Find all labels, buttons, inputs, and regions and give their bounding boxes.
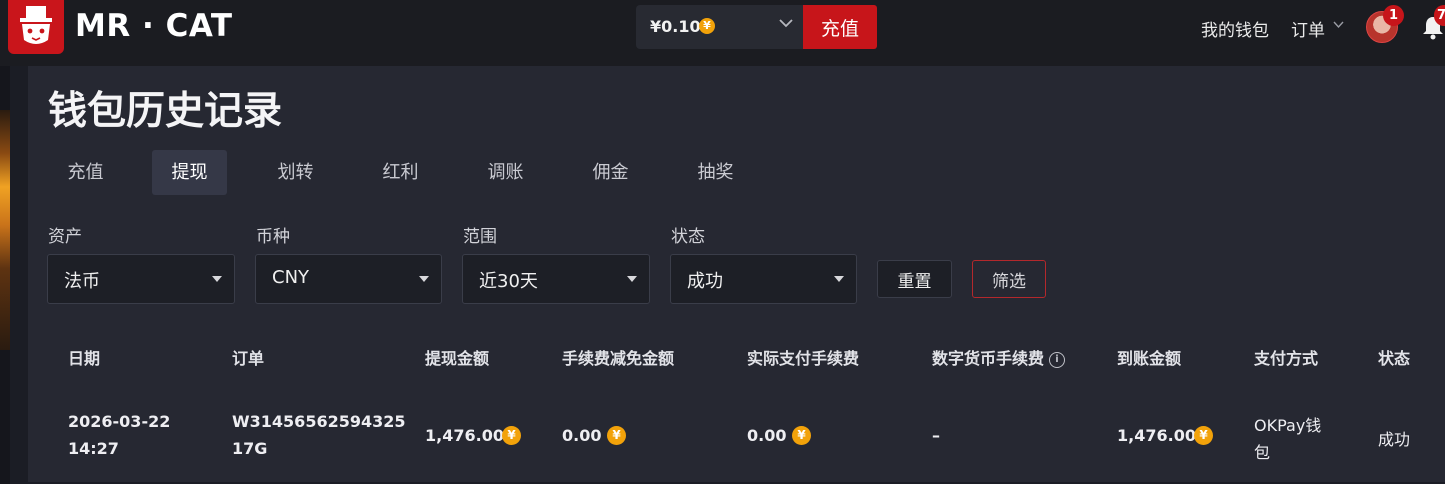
page-title: 钱包历史记录	[48, 89, 283, 134]
tab-withdraw[interactable]: 提现	[152, 150, 227, 195]
caret-down-icon	[627, 276, 637, 282]
brand-name[interactable]: MR · CAT	[75, 8, 233, 44]
top-navigation-bar: MR · CAT ¥0.10 ¥ 充值 我的钱包 订单 1 7	[0, 0, 1445, 66]
row-withdraw-amount: 1,476.00	[425, 426, 504, 445]
chevron-down-icon	[1333, 19, 1344, 33]
currency-select-value: CNY	[272, 267, 310, 288]
caret-down-icon	[834, 276, 844, 282]
chevron-down-icon	[778, 15, 794, 36]
row-date: 2026-03-22	[68, 412, 171, 431]
tab-transfer[interactable]: 划转	[258, 150, 333, 195]
range-select-value: 近30天	[479, 271, 538, 292]
coin-icon: ¥	[607, 426, 626, 445]
row-payment-method-cont: 包	[1254, 443, 1271, 462]
tab-lottery[interactable]: 抽奖	[678, 150, 753, 195]
asset-select[interactable]: 法币	[47, 254, 235, 304]
column-header-withdraw-amount: 提现金额	[425, 349, 490, 368]
coin-icon: ¥	[502, 426, 521, 445]
coin-icon: ¥	[1194, 426, 1213, 445]
coin-icon: ¥	[792, 426, 811, 445]
row-payment-method: OKPay钱	[1254, 416, 1322, 435]
row-crypto-fee: –	[932, 426, 940, 445]
balance-selector[interactable]: ¥0.10 ¥	[636, 5, 803, 49]
status-filter-label: 状态	[671, 227, 705, 247]
avatar-notification-badge: 1	[1383, 5, 1404, 26]
currency-filter-label: 币种	[256, 227, 290, 247]
range-filter-label: 范围	[463, 227, 497, 247]
info-icon[interactable]: i	[1049, 351, 1066, 368]
row-status: 成功	[1378, 430, 1411, 449]
background-art-strip	[0, 66, 10, 484]
caret-down-icon	[212, 276, 222, 282]
column-header-date: 日期	[68, 349, 101, 368]
column-header-crypto-fee: 数字货币手续费 i	[932, 345, 1066, 369]
column-header-received-amount: 到账金额	[1117, 349, 1182, 368]
range-select[interactable]: 近30天	[462, 254, 650, 304]
row-fee-discount: 0.00	[562, 426, 602, 445]
row-order-id[interactable]: W31456562594325	[232, 412, 406, 431]
asset-filter-label: 资产	[48, 227, 82, 247]
tab-bonus[interactable]: 红利	[363, 150, 438, 195]
currency-select[interactable]: CNY	[255, 254, 442, 304]
reset-button[interactable]: 重置	[877, 260, 952, 298]
row-time: 14:27	[68, 439, 119, 458]
column-header-actual-fee: 实际支付手续费	[747, 349, 860, 368]
column-header-status: 状态	[1378, 349, 1411, 368]
column-header-order: 订单	[232, 349, 265, 368]
cat-hat-logo-icon	[20, 6, 52, 44]
status-select-value: 成功	[687, 271, 723, 292]
tab-deposit[interactable]: 充值	[48, 150, 123, 195]
deposit-button[interactable]: 充值	[803, 5, 877, 49]
tab-commission[interactable]: 佣金	[573, 150, 648, 195]
asset-select-value: 法币	[64, 271, 100, 292]
column-header-payment-method: 支付方式	[1254, 349, 1319, 368]
row-order-id-cont[interactable]: 17G	[232, 439, 267, 458]
status-select[interactable]: 成功	[670, 254, 857, 304]
nav-my-wallet[interactable]: 我的钱包	[1201, 16, 1269, 41]
balance-amount: ¥0.10	[650, 17, 701, 36]
brand-logo-icon[interactable]	[8, 0, 64, 54]
column-header-fee-discount: 手续费减免金额	[562, 349, 675, 368]
coin-icon: ¥	[699, 18, 715, 34]
row-received-amount: 1,476.00	[1117, 426, 1196, 445]
row-actual-fee: 0.00	[747, 426, 787, 445]
tab-adjustment[interactable]: 调账	[468, 150, 543, 195]
wallet-history-panel: 钱包历史记录 充值 提现 划转 红利 调账 佣金 抽奖 资产 法币 币种 CNY…	[28, 66, 1445, 484]
filter-button[interactable]: 筛选	[972, 260, 1046, 298]
nav-orders[interactable]: 订单	[1291, 16, 1325, 41]
column-header-crypto-fee-label: 数字货币手续费	[932, 349, 1045, 368]
caret-down-icon	[419, 276, 429, 282]
background-art	[0, 110, 10, 350]
